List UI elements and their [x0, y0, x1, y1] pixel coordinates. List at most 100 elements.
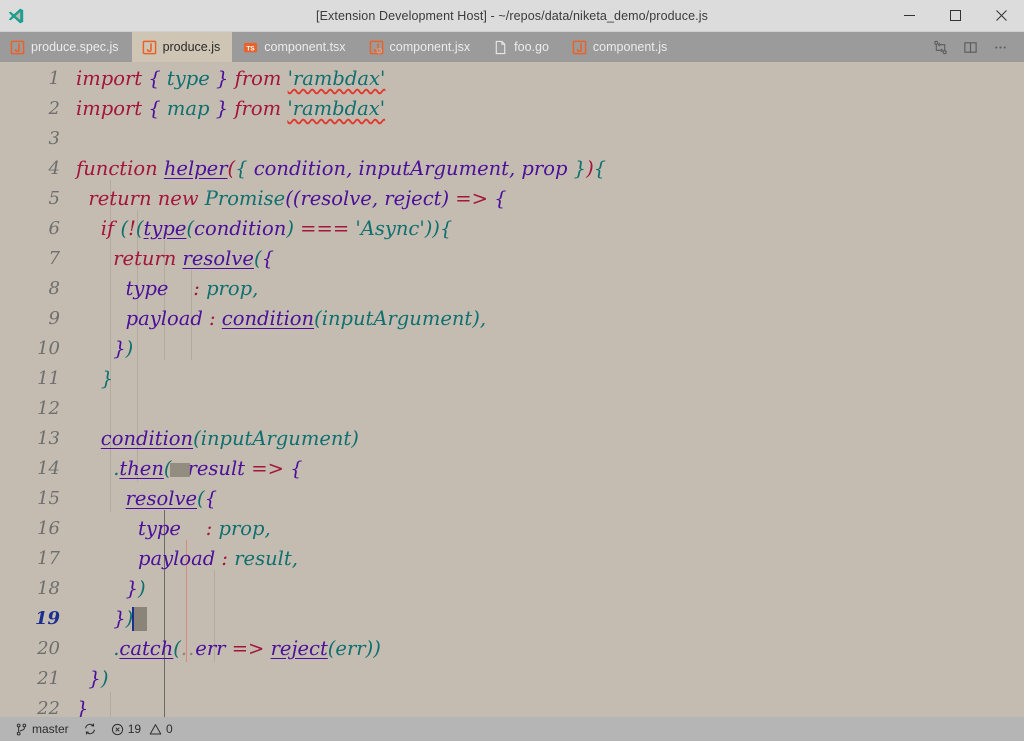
code-line: 20 .catch(..err => reject(err))	[0, 634, 1024, 664]
line-content: })	[113, 337, 134, 360]
code-line: 5 return new Promise((resolve, reject) =…	[0, 184, 1024, 214]
editor-actions	[926, 32, 1024, 62]
line-number: 11	[37, 368, 60, 389]
code-line: 9 payload : condition(inputArgument),	[0, 304, 1024, 334]
javascript-file-icon	[10, 40, 25, 55]
line-content: .then(result => {	[113, 457, 303, 480]
status-branch[interactable]: master	[8, 717, 76, 741]
selection-block	[134, 606, 148, 631]
generic-file-icon	[493, 40, 508, 55]
tab-label: produce.spec.js	[31, 40, 119, 54]
code-line: 21 })	[0, 664, 1024, 694]
code-editor[interactable]: 1 import { type } from 'rambdax' 2 impor…	[0, 62, 1024, 717]
close-button[interactable]	[978, 0, 1024, 32]
line-content: function helper({ condition, inputArgume…	[76, 157, 607, 180]
vscode-logo-icon	[0, 0, 32, 32]
code-line: 8 type : prop,	[0, 274, 1024, 304]
code-lines: 1 import { type } from 'rambdax' 2 impor…	[0, 62, 1024, 717]
line-number: 22	[37, 698, 60, 717]
line-number: 14	[37, 458, 60, 479]
error-count: 19	[127, 722, 142, 736]
line-content: payload : result,	[138, 547, 298, 570]
line-content: }	[100, 367, 114, 390]
line-number: 1	[48, 68, 60, 89]
typescript-react-file-icon: TS	[243, 40, 258, 55]
code-line: 14 .then(result => {	[0, 454, 1024, 484]
line-number: 8	[48, 278, 60, 299]
line-content: return new Promise((resolve, reject) => …	[88, 187, 507, 210]
line-number: 10	[37, 338, 60, 359]
line-content: import { type } from 'rambdax'	[76, 67, 386, 90]
line-number: 9	[48, 308, 60, 329]
code-line: 13 condition(inputArgument)	[0, 424, 1024, 454]
line-number: 18	[37, 578, 60, 599]
status-sync[interactable]	[76, 717, 104, 741]
svg-text:TS: TS	[247, 45, 256, 52]
inline-hint-marker	[169, 463, 190, 477]
editor-tab-bar: produce.spec.js produce.js TS component.…	[0, 32, 1024, 62]
line-number: 4	[48, 158, 60, 179]
code-line: 22 }	[0, 694, 1024, 717]
line-content: payload : condition(inputArgument),	[125, 307, 487, 330]
line-content: .catch(..err => reject(err))	[113, 637, 381, 660]
tab-component-tsx[interactable]: TS component.tsx	[233, 32, 359, 62]
line-content: return resolve({	[113, 247, 274, 270]
code-line: 4 function helper({ condition, inputArgu…	[0, 154, 1024, 184]
code-line: 15 resolve({	[0, 484, 1024, 514]
line-content: })	[76, 604, 1024, 634]
line-number: 20	[37, 638, 60, 659]
tab-label: component.js	[592, 40, 668, 54]
line-content: if (!(type(condition) === 'Async')){	[100, 217, 453, 240]
line-number: 13	[37, 428, 60, 449]
warning-triangle-icon	[149, 723, 162, 736]
javascript-file-icon	[572, 40, 587, 55]
line-number: 12	[37, 398, 60, 419]
tab-label: produce.js	[162, 40, 221, 54]
line-content: type : prop,	[125, 277, 259, 300]
split-editor-icon[interactable]	[956, 32, 984, 62]
line-number: 16	[37, 518, 60, 539]
line-content: import { map } from 'rambdax'	[76, 97, 386, 120]
status-bar: master 19 0	[0, 717, 1024, 741]
code-line: 2 import { map } from 'rambdax'	[0, 94, 1024, 124]
tab-label: component.tsx	[264, 40, 346, 54]
vscode-window: [Extension Development Host] - ~/repos/d…	[0, 0, 1024, 741]
tab-produce-js[interactable]: produce.js	[131, 32, 234, 62]
javascript-react-file-icon	[369, 40, 384, 55]
tab-component-js[interactable]: component.js	[561, 32, 681, 62]
code-line: 6 if (!(type(condition) === 'Async')){	[0, 214, 1024, 244]
code-line: 11 }	[0, 364, 1024, 394]
more-actions-icon[interactable]	[986, 32, 1014, 62]
inline-hint-dots: ..	[180, 637, 196, 660]
code-line: 18 })	[0, 574, 1024, 604]
line-number: 5	[48, 188, 60, 209]
line-number: 6	[48, 218, 60, 239]
tab-component-jsx[interactable]: component.jsx	[358, 32, 484, 62]
code-line: 7 return resolve({	[0, 244, 1024, 274]
line-content: }	[76, 697, 89, 717]
tab-produce-spec-js[interactable]: produce.spec.js	[0, 32, 132, 62]
status-problems[interactable]: 19 0	[104, 717, 180, 741]
line-number: 2	[48, 98, 60, 119]
code-line-current: 19 })	[0, 604, 1024, 634]
code-line: 12	[0, 394, 1024, 424]
window-controls	[886, 0, 1024, 32]
line-number-active: 19	[34, 608, 60, 629]
code-line: 3	[0, 124, 1024, 154]
line-content: })	[125, 577, 146, 600]
window-title: [Extension Development Host] - ~/repos/d…	[316, 8, 708, 23]
run-or-transform-icon[interactable]	[926, 32, 954, 62]
maximize-button[interactable]	[932, 0, 978, 32]
code-line: 17 payload : result,	[0, 544, 1024, 574]
warning-count: 0	[166, 722, 173, 736]
line-content: })	[88, 667, 109, 690]
tab-list: produce.spec.js produce.js TS component.…	[0, 32, 681, 62]
line-content: type : prop,	[138, 517, 271, 540]
tab-foo-go[interactable]: foo.go	[483, 32, 562, 62]
line-number: 21	[37, 668, 60, 689]
javascript-file-icon	[142, 40, 157, 55]
minimize-button[interactable]	[886, 0, 932, 32]
tab-label: component.jsx	[389, 40, 471, 54]
line-content: resolve({	[125, 487, 218, 510]
code-line: 10 })	[0, 334, 1024, 364]
